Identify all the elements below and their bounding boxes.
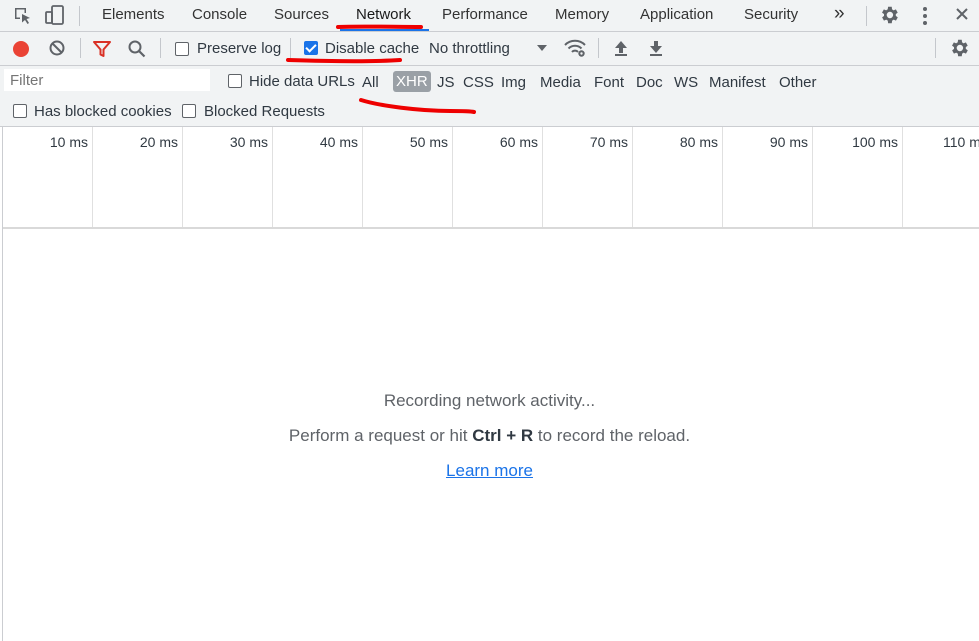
timeline-tick: 20 ms [93, 127, 183, 227]
reload-instruction: Perform a request or hit Ctrl + R to rec… [0, 426, 979, 446]
tick-label: 10 ms [49, 134, 88, 150]
tick-label: 30 ms [229, 134, 268, 150]
tick-label: 100 ms [852, 134, 898, 150]
learn-more-container: Learn more [0, 461, 979, 481]
annotation-underline-xhr [359, 98, 476, 114]
instruction-prefix: Perform a request or hit [288, 426, 468, 445]
timeline-tick: 60 ms [453, 127, 543, 227]
learn-more-link[interactable]: Learn more [446, 461, 533, 480]
timeline-tick: 100 ms [813, 127, 903, 227]
timeline-tick: 10 ms [3, 127, 93, 227]
tick-label: 20 ms [139, 134, 178, 150]
timeline-overview[interactable]: 10 ms 20 ms 30 ms 40 ms 50 ms 60 ms 70 m… [3, 127, 979, 229]
timeline-tick: 30 ms [183, 127, 273, 227]
tick-label: 70 ms [589, 134, 628, 150]
reload-shortcut: Ctrl + R [472, 426, 534, 445]
tick-label: 60 ms [499, 134, 538, 150]
tick-label: 80 ms [679, 134, 718, 150]
timeline-tick: 50 ms [363, 127, 453, 227]
panel-border [2, 126, 3, 641]
timeline-tick: 40 ms [273, 127, 363, 227]
tick-label: 90 ms [769, 134, 808, 150]
instruction-suffix: to record the reload. [537, 426, 691, 445]
tick-label: 50 ms [409, 134, 448, 150]
recording-status-text: Recording network activity... [383, 391, 596, 410]
timeline-tick: 90 ms [723, 127, 813, 227]
timeline-tick: 70 ms [543, 127, 633, 227]
timeline-tick: 80 ms [633, 127, 723, 227]
timeline-tick: 110 ms [903, 127, 979, 227]
tick-label: 40 ms [319, 134, 358, 150]
annotation-overlay [286, 24, 476, 114]
annotation-underline-disable-cache [286, 58, 402, 64]
tick-label: 110 ms [943, 134, 979, 150]
